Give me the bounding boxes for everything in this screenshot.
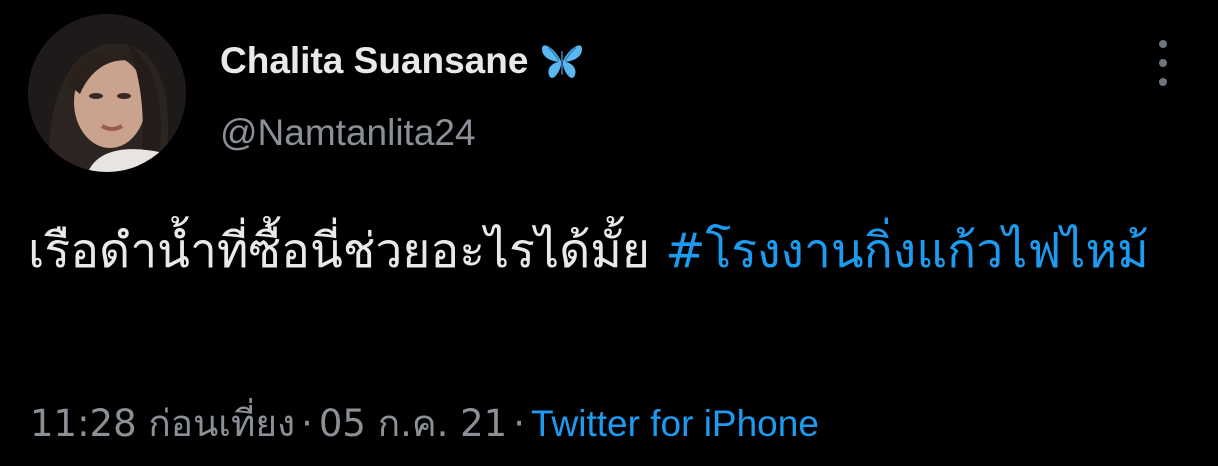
tweet-body-text: เรือดำน้ำที่ซื้อนี่ช่วยอะไรได้มั้ย (28, 223, 666, 279)
tweet-time[interactable]: 11:28 ก่อนเที่ยง (30, 402, 295, 445)
tweet-source-link[interactable]: Twitter for iPhone (531, 403, 819, 444)
vertical-dots-icon (1159, 59, 1167, 67)
vertical-dots-icon (1159, 40, 1167, 48)
tweet-date[interactable]: 05 ก.ค. 21 (319, 402, 507, 445)
user-handle[interactable]: @Namtanlita24 (220, 112, 476, 154)
butterfly-icon (540, 41, 584, 81)
separator: · (301, 402, 313, 445)
tweet-card: Chalita Suansane @Namtanlita24 เรือดำน้ำ… (0, 0, 1218, 466)
avatar[interactable] (28, 14, 186, 172)
hashtag-link[interactable]: #โรงงานกิ่งแก้วไฟไหม้ (665, 223, 1148, 279)
display-name[interactable]: Chalita Suansane (220, 40, 528, 82)
tweet-metadata: 11:28 ก่อนเที่ยง · 05 ก.ค. 21 · Twitter for … (30, 394, 819, 453)
tweet-text: เรือดำน้ำที่ซื้อนี่ช่วยอะไรได้มั้ย #โรงง… (28, 212, 1198, 290)
more-options-button[interactable] (1148, 40, 1178, 86)
vertical-dots-icon (1159, 78, 1167, 86)
separator: · (513, 402, 525, 445)
display-name-row: Chalita Suansane (220, 38, 584, 84)
avatar-photo (28, 14, 186, 172)
